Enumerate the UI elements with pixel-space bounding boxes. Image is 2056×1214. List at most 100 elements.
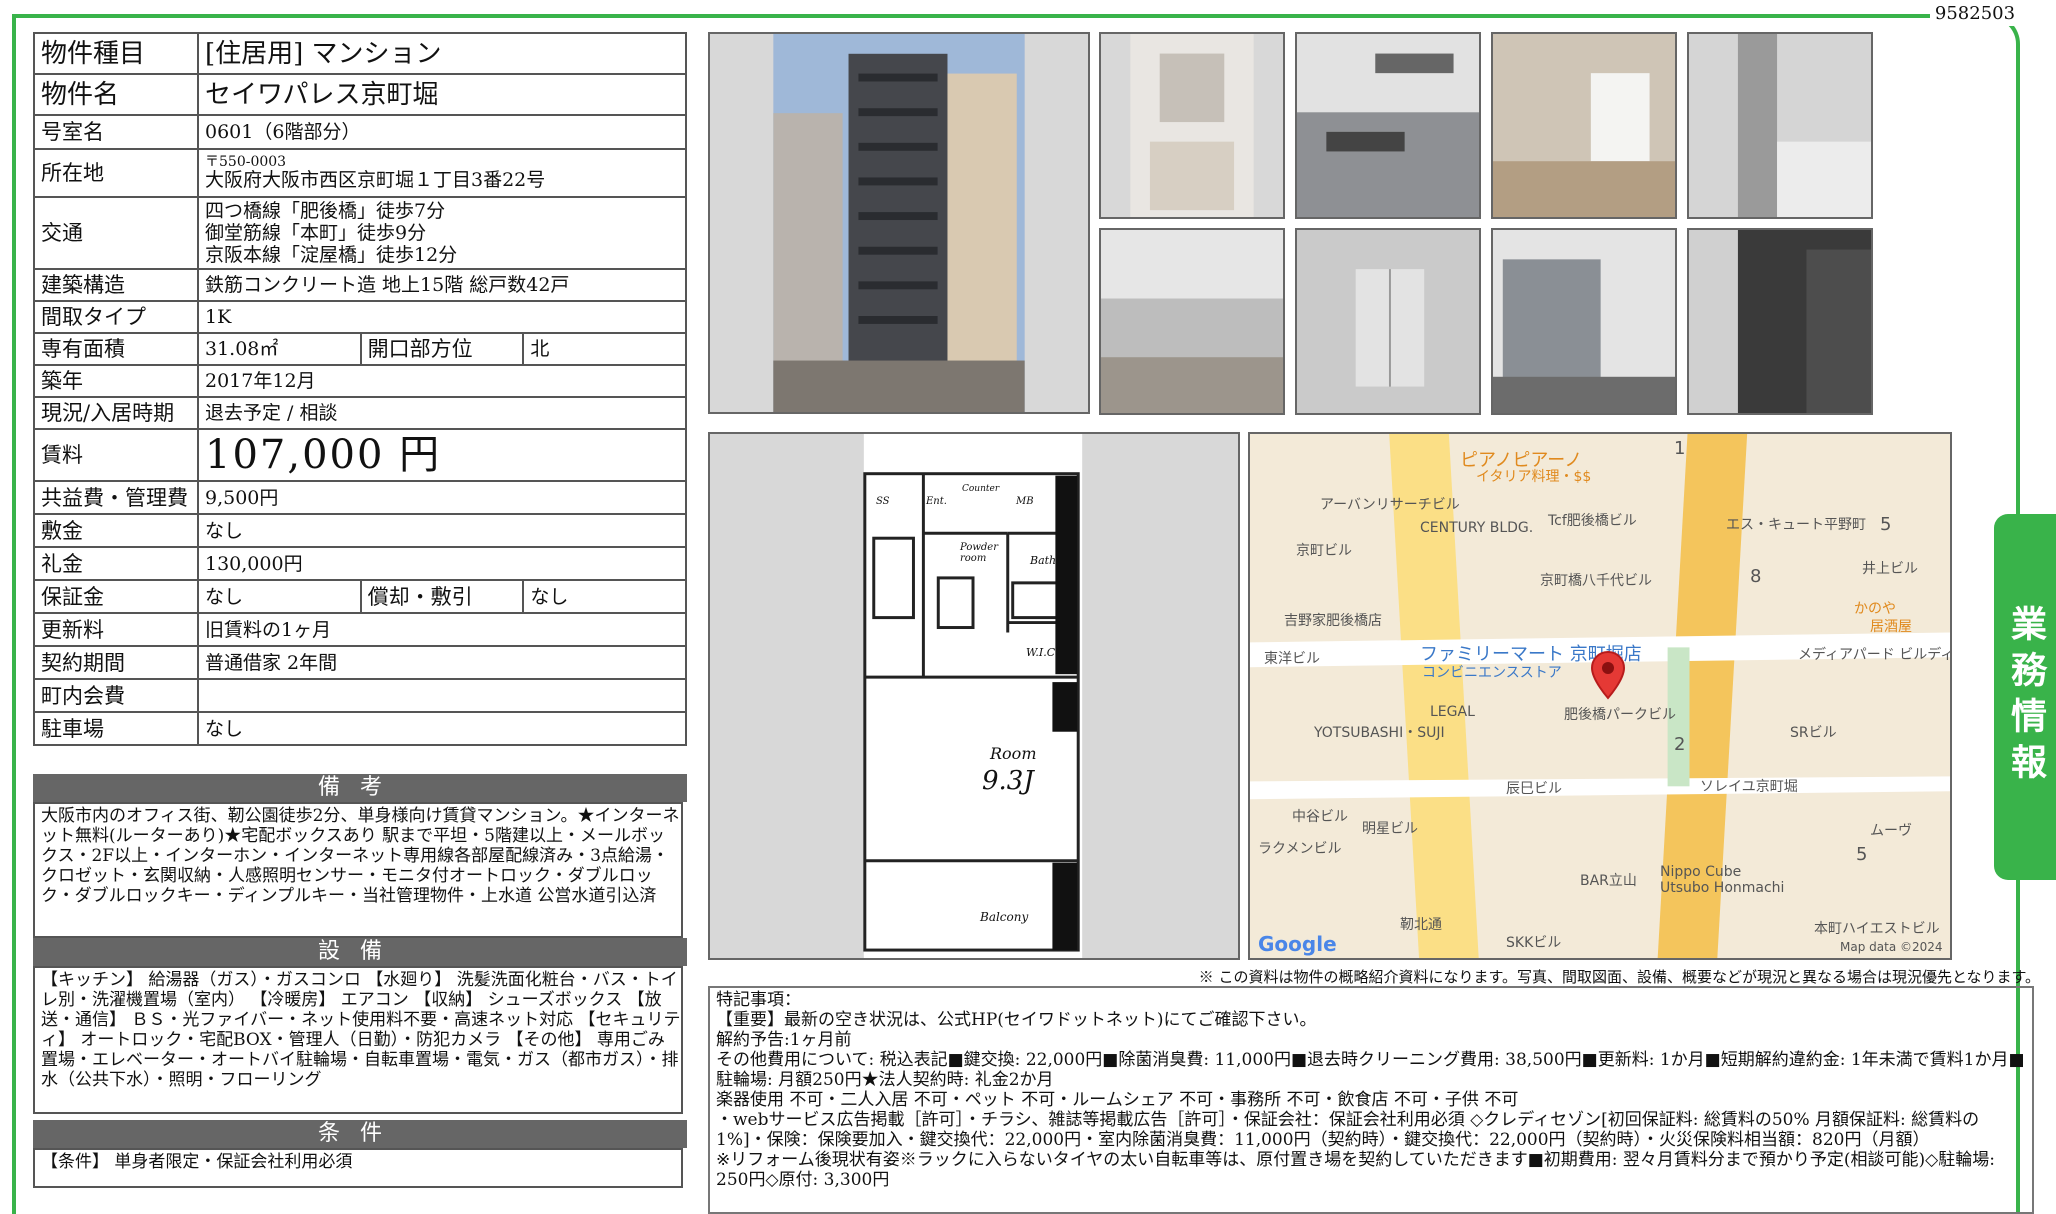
closet-photo[interactable]	[1687, 228, 1873, 415]
facilities-text: 【キッチン】 給湯器（ガス）・ガスコンロ 【水廻り】 洗髪洗面化粧台・バス・トイ…	[33, 966, 683, 1114]
transport-line: 四つ橋線「肥後橋」徒歩7分	[205, 200, 446, 222]
map-label: SRビル	[1790, 725, 1837, 741]
map-label: 居酒屋	[1870, 619, 1912, 635]
address-cell: 〒550-0003 大阪府大阪市西区京町堀１丁目3番22号	[197, 148, 687, 198]
built-value: 2017年12月	[197, 364, 687, 398]
map-block-number: 1	[1674, 438, 1686, 459]
type-value: [住居用] マンション	[197, 32, 687, 75]
map-label: 井上ビル	[1862, 561, 1918, 577]
layout-value: 1K	[197, 300, 687, 334]
community-fee-value	[197, 678, 687, 713]
fee-label: 共益費・管理費	[33, 480, 199, 515]
bathroom-photo[interactable]	[1687, 32, 1873, 219]
deposit-label: 敷金	[33, 513, 199, 548]
map-label: Nippo Cube	[1660, 864, 1742, 880]
building-exterior-photo[interactable]	[708, 32, 1090, 414]
amort-label: 償却・敷引	[359, 579, 525, 614]
map-label: 靭北通	[1400, 917, 1442, 933]
renewal-value: 旧賃料の1ヶ月	[197, 612, 687, 647]
built-label: 築年	[33, 364, 199, 398]
zip-code: 〒550-0003	[205, 154, 287, 170]
rent-value: 107,000 円	[197, 428, 687, 482]
map-label: 中谷ビル	[1292, 809, 1348, 825]
amort-value: なし	[522, 579, 687, 614]
map-label: 京町橋八千代ビル	[1540, 573, 1652, 589]
community-fee-label: 町内会費	[33, 678, 199, 713]
frame-top-border	[12, 14, 1900, 18]
address-value: 大阪府大阪市西区京町堀１丁目3番22号	[205, 169, 546, 191]
special-notes: 特記事項： 【重要】最新の空き状況は、公式HP(セイワドットネット)にてご確認下…	[708, 986, 2034, 1214]
map-label: SKKビル	[1506, 935, 1562, 951]
transport-line: 御堂筋線「本町」徒歩9分	[205, 222, 427, 244]
transport-cell: 四つ橋線「肥後橋」徒歩7分 御堂筋線「本町」徒歩9分 京阪本線「淀屋橋」徒歩12…	[197, 196, 687, 270]
google-logo: Google	[1258, 932, 1337, 956]
map-label: YOTSUBASHI・SUJI	[1314, 725, 1445, 741]
status-label: 現況/入居時期	[33, 396, 199, 430]
name-value: セイワパレス京町堀	[197, 73, 687, 116]
map-label: ムーヴ	[1870, 823, 1912, 839]
map-label: メディアパード ビルディング	[1798, 647, 1950, 663]
facing-value: 北	[522, 332, 687, 366]
washroom-photo[interactable]	[1099, 32, 1285, 219]
location-pin-icon	[1590, 650, 1626, 700]
floor-plan-bath-label: Bath	[1030, 554, 1057, 567]
conditions-heading: 条件	[33, 1120, 687, 1148]
area-value: 31.08㎡	[197, 332, 362, 366]
parking-value: なし	[197, 711, 687, 746]
status-value: 退去予定 / 相談	[197, 396, 687, 430]
facing-label: 開口部方位	[359, 332, 525, 366]
transport-label: 交通	[33, 196, 199, 270]
map-label: イタリア料理・$$	[1476, 469, 1592, 485]
structure-value: 鉄筋コンクリート造 地上15階 総戸数42戸	[197, 268, 687, 302]
map-label: 京町ビル	[1296, 543, 1352, 559]
name-label: 物件名	[33, 73, 199, 116]
map-label: 東洋ビル	[1264, 651, 1320, 667]
map-label: アーバンリサーチビル	[1320, 497, 1460, 513]
map-block-number: 5	[1880, 514, 1892, 535]
map-label: コンビニエンスストア	[1422, 665, 1562, 681]
kitchen-photo[interactable]	[1295, 32, 1481, 219]
floor-plan-ent-label: Ent.	[926, 496, 947, 507]
rent-label: 賃料	[33, 428, 199, 482]
floor-plan-ss-label: SS	[876, 496, 890, 507]
map-label: Tcf肥後橋ビル	[1548, 513, 1637, 529]
map-label: 明星ビル	[1362, 821, 1418, 837]
location-map[interactable]: ピアノピアーノ イタリア料理・$$ アーバンリサーチビル CENTURY BLD…	[1248, 432, 1952, 960]
floor-plan-counter-label: Counter	[962, 484, 1000, 494]
map-label: エス・キュート平野町	[1726, 517, 1866, 533]
map-label: BAR立山	[1580, 873, 1637, 889]
document-id: 9582503	[1930, 2, 2020, 26]
map-label: CENTURY BLDG.	[1420, 520, 1534, 536]
contract-label: 契約期間	[33, 645, 199, 680]
area-label: 専有面積	[33, 332, 199, 366]
business-info-tab[interactable]: 業務情報	[1994, 514, 2056, 880]
parking-label: 駐車場	[33, 711, 199, 746]
layout-label: 間取タイプ	[33, 300, 199, 334]
room-window-photo[interactable]	[1491, 32, 1677, 219]
map-label: LEGAL	[1430, 704, 1475, 720]
address-label: 所在地	[33, 148, 199, 198]
floor-plan-room-label: Room	[990, 744, 1037, 763]
transport-line: 京阪本線「淀屋橋」徒歩12分	[205, 244, 458, 266]
map-attribution: Map data ©2024	[1840, 940, 1943, 954]
floor-plan-mb-label: MB	[1016, 496, 1034, 507]
entrance-photo[interactable]	[1295, 228, 1481, 415]
map-block-number: 5	[1856, 844, 1868, 865]
property-info-table: 物件種目 [住居用] マンション 物件名 セイワパレス京町堀 号室名 0601（…	[33, 32, 687, 746]
contract-value: 普通借家 2年間	[197, 645, 687, 680]
conditions-text: 【条件】 単身者限定・保証会社利用必須	[33, 1148, 683, 1188]
balcony-photo[interactable]	[1491, 228, 1677, 415]
frame-left-border	[12, 14, 16, 1214]
disclaimer-notice: ※ この資料は物件の概略紹介資料になります。写真、間取図面、設備、概要などが現況…	[1198, 968, 2040, 986]
facilities-heading: 設備	[33, 938, 687, 966]
map-label: かのや	[1854, 601, 1896, 617]
map-block-number: 8	[1750, 566, 1762, 587]
room-photo[interactable]	[1099, 228, 1285, 415]
map-label: 肥後橋パークビル	[1564, 707, 1676, 723]
floor-plan-wic-label: W.I.C	[1026, 646, 1056, 659]
keymoney-value: 130,000円	[197, 546, 687, 581]
type-label: 物件種目	[33, 32, 199, 75]
floor-plan[interactable]: Room 9.3J Balcony Bath Powder room W.I.C…	[708, 432, 1240, 960]
floor-plan-balcony-label: Balcony	[980, 910, 1029, 924]
map-label: 辰巳ビル	[1506, 781, 1562, 797]
